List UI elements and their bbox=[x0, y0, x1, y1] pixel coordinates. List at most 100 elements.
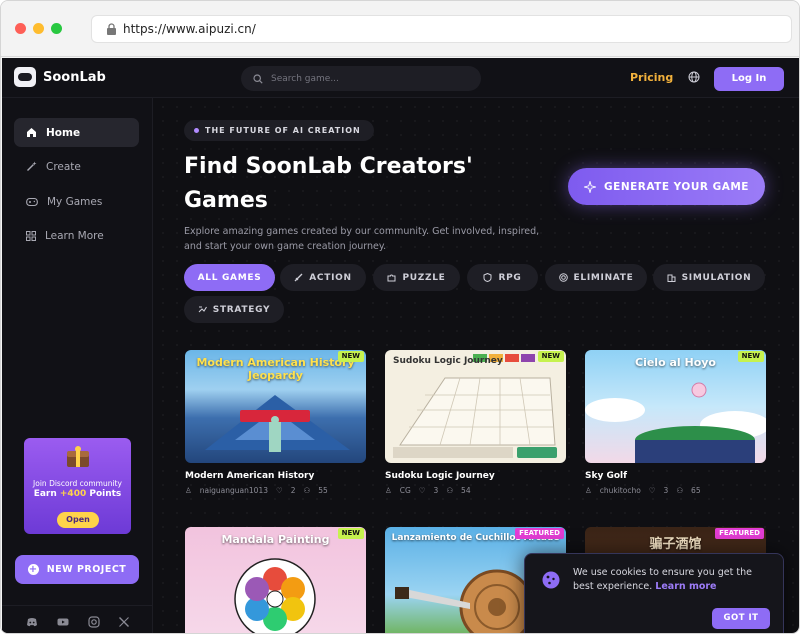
title-line1: Find SoonLab Creators' bbox=[184, 154, 473, 179]
shield-icon bbox=[483, 273, 492, 282]
sidebar-item-my-games[interactable]: My Games bbox=[14, 187, 139, 216]
bullet-icon bbox=[194, 128, 199, 133]
app-root: SoonLab Pricing Log In Home Create My Ga… bbox=[2, 58, 799, 633]
new-badge: NEW bbox=[337, 528, 364, 539]
instagram-icon[interactable] bbox=[88, 616, 100, 628]
tagline-badge: THE FUTURE OF AI CREATION bbox=[184, 120, 374, 141]
youtube-icon[interactable] bbox=[57, 616, 69, 628]
browser-window: https://www.aipuzi.cn/ SoonLab Pricing L… bbox=[0, 0, 800, 634]
search-icon bbox=[253, 73, 263, 84]
lock-icon bbox=[107, 22, 116, 35]
logo[interactable]: SoonLab bbox=[14, 67, 106, 87]
game-title[interactable]: Sky Golf bbox=[585, 471, 766, 481]
game-meta: ♙ naiguanguan1013 ♡ 2 ⚇ 55 bbox=[185, 486, 366, 495]
gamepad-icon bbox=[26, 197, 38, 206]
maximize-window-button[interactable] bbox=[51, 23, 62, 34]
pricing-link[interactable]: Pricing bbox=[630, 71, 673, 84]
play-icon: ⚇ bbox=[303, 486, 311, 495]
cookie-text: We use cookies to ensure you get the bes… bbox=[573, 567, 752, 592]
author-icon: ♙ bbox=[185, 486, 192, 495]
x-twitter-icon[interactable] bbox=[118, 616, 130, 628]
sword-icon bbox=[294, 273, 303, 282]
tagline-text: THE FUTURE OF AI CREATION bbox=[205, 126, 361, 135]
new-badge: NEW bbox=[537, 351, 564, 362]
sudoku-grid-illustration bbox=[393, 354, 557, 458]
minimize-window-button[interactable] bbox=[33, 23, 44, 34]
game-author: naiguanguan1013 bbox=[199, 486, 268, 495]
puzzle-icon bbox=[387, 274, 396, 282]
like-count: 3 bbox=[663, 486, 669, 495]
discord-icon[interactable] bbox=[26, 616, 38, 628]
featured-badge: FEATURED bbox=[715, 528, 764, 539]
filter-strategy[interactable]: STRATEGY bbox=[184, 296, 284, 323]
like-count: 2 bbox=[290, 486, 296, 495]
game-card[interactable]: Mandala Painting NEW bbox=[185, 527, 366, 633]
game-thumbnail[interactable]: Cielo al Hoyo NEW bbox=[585, 350, 766, 463]
sidebar: Home Create My Games Learn More Join Dis… bbox=[2, 98, 153, 633]
sidebar-item-label: Learn More bbox=[45, 229, 104, 242]
grid-icon bbox=[26, 230, 36, 241]
author-icon: ♙ bbox=[385, 486, 392, 495]
game-author: chukitocho bbox=[599, 486, 641, 495]
sparkle-icon bbox=[584, 180, 597, 193]
logo-text: SoonLab bbox=[43, 69, 106, 85]
sidebar-item-learn-more[interactable]: Learn More bbox=[14, 221, 139, 250]
page-description: Explore amazing games created by our com… bbox=[184, 226, 540, 252]
plus-icon: + bbox=[27, 564, 39, 575]
generate-game-button[interactable]: GENERATE YOUR GAME bbox=[568, 168, 765, 205]
play-count: 65 bbox=[691, 486, 701, 495]
close-window-button[interactable] bbox=[15, 23, 26, 34]
new-badge: NEW bbox=[337, 351, 364, 362]
game-title[interactable]: Modern American History bbox=[185, 471, 366, 481]
filter-simulation[interactable]: SIMULATION bbox=[653, 264, 765, 291]
gift-chest-icon bbox=[67, 446, 89, 467]
got-it-button[interactable]: GOT IT bbox=[712, 608, 770, 629]
new-project-label: NEW PROJECT bbox=[46, 564, 127, 575]
game-card[interactable]: Sudoku Logic Journey NEW Sudoku Logic Jo… bbox=[385, 350, 566, 495]
search-box[interactable] bbox=[241, 66, 481, 91]
game-card[interactable]: Cielo al Hoyo NEW Sky Golf ♙ chukitocho ♡… bbox=[585, 350, 766, 495]
target-icon bbox=[558, 273, 568, 282]
featured-badge: FEATURED bbox=[515, 528, 564, 539]
new-badge: NEW bbox=[737, 351, 764, 362]
heart-icon: ♡ bbox=[648, 486, 656, 495]
title-line2: Games bbox=[184, 188, 268, 213]
home-icon bbox=[27, 128, 36, 137]
sidebar-item-home[interactable]: Home bbox=[14, 118, 139, 147]
sidebar-item-label: Create bbox=[46, 160, 81, 173]
game-thumbnail[interactable]: Mandala Painting NEW bbox=[185, 527, 366, 633]
promo-open-button[interactable]: Open bbox=[57, 512, 99, 528]
page-title: Find SoonLab Creators' Games bbox=[184, 150, 544, 218]
game-thumbnail[interactable]: Sudoku Logic Journey NEW bbox=[385, 350, 566, 463]
filter-action[interactable]: ACTION bbox=[280, 264, 366, 291]
filter-puzzle[interactable]: PUZZLE bbox=[373, 264, 460, 291]
heart-icon: ♡ bbox=[275, 486, 283, 495]
game-thumbnail[interactable]: Modern American History Jeopardy NEW bbox=[185, 350, 366, 463]
sidebar-item-label: My Games bbox=[47, 195, 103, 208]
like-count: 3 bbox=[433, 486, 439, 495]
address-bar[interactable]: https://www.aipuzi.cn/ bbox=[91, 14, 792, 43]
filter-eliminate[interactable]: ELIMINATE bbox=[545, 264, 647, 291]
game-title[interactable]: Sudoku Logic Journey bbox=[385, 471, 566, 481]
sidebar-item-create[interactable]: Create bbox=[14, 152, 139, 181]
game-meta: ♙ CG ♡ 3 ⚇ 54 bbox=[385, 486, 566, 495]
browser-toolbar: https://www.aipuzi.cn/ bbox=[1, 1, 799, 57]
filter-all-games[interactable]: ALL GAMES bbox=[184, 264, 275, 291]
top-bar: SoonLab Pricing Log In bbox=[2, 58, 799, 98]
learn-more-link[interactable]: Learn more bbox=[655, 581, 716, 592]
globe-icon[interactable] bbox=[688, 71, 700, 83]
sidebar-item-label: Home bbox=[46, 126, 81, 139]
login-button[interactable]: Log In bbox=[714, 67, 784, 91]
search-input[interactable] bbox=[271, 73, 471, 84]
game-card[interactable]: Modern American History Jeopardy NEW Mod… bbox=[185, 350, 366, 495]
cookie-icon bbox=[542, 571, 560, 589]
play-count: 54 bbox=[461, 486, 471, 495]
social-links bbox=[2, 605, 153, 633]
play-icon: ⚇ bbox=[676, 486, 684, 495]
url-text: https://www.aipuzi.cn/ bbox=[123, 21, 256, 36]
new-project-button[interactable]: + NEW PROJECT bbox=[15, 555, 139, 584]
logo-icon bbox=[14, 67, 36, 87]
play-count: 55 bbox=[318, 486, 328, 495]
filter-rpg[interactable]: RPG bbox=[467, 264, 538, 291]
game-author: CG bbox=[399, 486, 411, 495]
